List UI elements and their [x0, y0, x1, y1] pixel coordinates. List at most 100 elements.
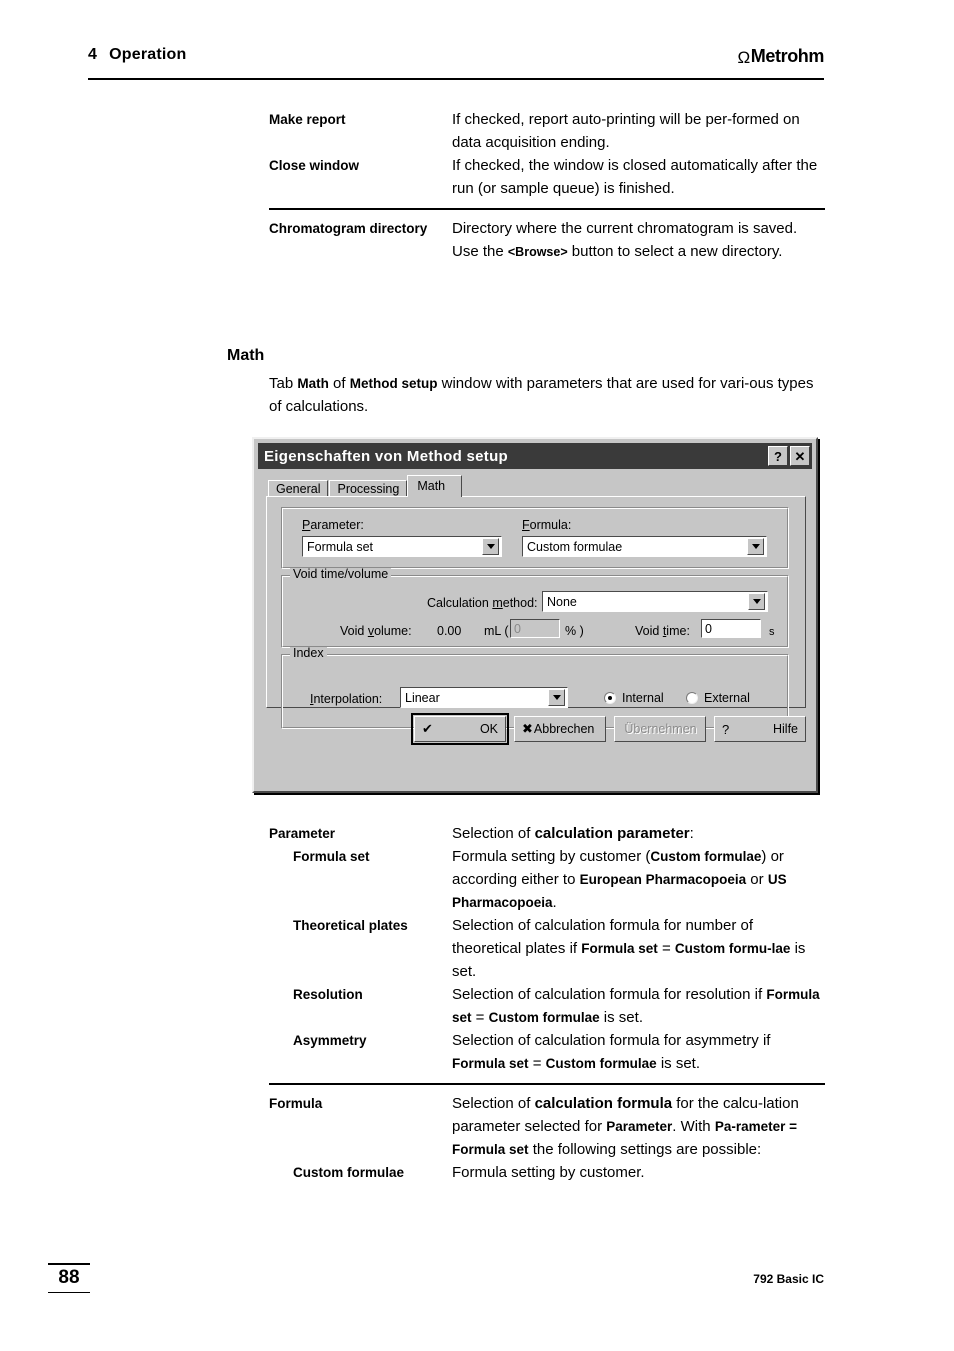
cross-icon: ✖ — [522, 721, 533, 736]
definition-text: or — [746, 871, 768, 888]
method-setup-dialog[interactable]: Eigenschaften von Method setup ? ✕ Gener… — [252, 437, 818, 793]
definition-text: = — [471, 1009, 489, 1026]
body-bold-method-setup: Method setup — [349, 376, 438, 391]
close-icon-button[interactable]: ✕ — [790, 446, 810, 466]
definition-term: Theoretical plates — [293, 918, 408, 933]
definition-text: Formula setting by customer ( — [452, 848, 651, 865]
definition-emphasis: Parameter — [606, 1118, 673, 1134]
definition-text: = — [657, 940, 675, 957]
formula-combobox-value: Custom formulae — [527, 539, 623, 554]
definition-emphasis: Formula set — [581, 941, 658, 956]
void-time-label: Void time: — [635, 624, 690, 638]
definition-row: Parameter Selection of calculation parame… — [269, 822, 825, 845]
metrohm-logo: Ω Metrohm — [737, 46, 824, 67]
definition-emphasis: European Pharmacopoeia — [579, 872, 747, 887]
definition-description: Selection of calculation formula for asy… — [452, 1029, 825, 1075]
brand-name: Metrohm — [750, 46, 825, 66]
help-button[interactable]: ? Hilfe — [714, 716, 806, 742]
math-tab-panel: Parameter: Formula set Formula: Custom f… — [266, 496, 806, 729]
calc-method-label-post: ethod: — [502, 596, 538, 610]
help-icon-button[interactable]: ? — [768, 446, 788, 466]
definition-row: Custom formulae Formula setting by custom… — [269, 1161, 825, 1184]
definition-emphasis: Custom formu-lae — [674, 941, 791, 956]
definition-table-bottom: Parameter Selection of calculation parame… — [269, 822, 825, 1184]
void-volume-value: 0.00 — [437, 624, 462, 638]
formula-combobox[interactable]: Custom formulae — [522, 536, 767, 557]
chevron-down-icon[interactable] — [482, 538, 499, 555]
definition-description: Selection of calculation formula for the… — [452, 1092, 825, 1161]
void-time-value: 0 — [705, 621, 712, 636]
chapter-number: 4 — [88, 46, 98, 63]
void-percent-field: 0 — [510, 619, 560, 638]
tab-general[interactable]: General — [268, 480, 329, 497]
interpolation-combobox[interactable]: Linear — [400, 687, 568, 708]
definition-description: Selection of calculation formula for res… — [452, 983, 825, 1029]
body-mid: of — [328, 375, 350, 392]
void-time-field[interactable]: 0 — [701, 619, 761, 638]
definition-emphasis: calculation parameter — [534, 825, 690, 842]
definition-description: If checked, report auto-printing will be… — [452, 111, 800, 151]
dialog-button-row: ✔ OK ✖ Abbrechen Übernehmen ? Hilfe — [266, 713, 806, 745]
chevron-down-icon[interactable] — [748, 593, 765, 610]
radio-button-icon[interactable] — [686, 692, 698, 704]
cancel-button[interactable]: ✖ Abbrechen — [514, 716, 606, 742]
dialog-tabstrip[interactable]: General Processing Math — [268, 475, 463, 497]
definition-text: Selection of calculation formula for asy… — [452, 1032, 771, 1049]
void-volume-label: Void volume: — [340, 624, 412, 638]
page-header: 4 Operation Ω Metrohm — [88, 46, 824, 67]
help-button-label: Hilfe — [772, 722, 798, 736]
definition-divider — [269, 208, 825, 210]
formula-label-rest: ormula: — [529, 518, 572, 532]
chevron-down-icon[interactable] — [747, 538, 764, 555]
void-time-volume-legend: Void time/volume — [290, 568, 392, 581]
parameter-label-rest: arameter: — [310, 518, 364, 532]
header-divider — [88, 78, 824, 80]
tab-processing[interactable]: Processing — [329, 480, 408, 497]
ok-button[interactable]: ✔ OK — [411, 713, 509, 745]
definition-text: = — [528, 1055, 546, 1072]
section-body-math: Tab Math of Method setup window with par… — [269, 372, 825, 418]
radio-external[interactable]: External — [686, 691, 750, 705]
definition-text: . With — [672, 1117, 715, 1135]
definition-emphasis: Custom formulae — [545, 1056, 657, 1071]
definition-description: Selection of calculation formula for num… — [452, 914, 825, 983]
calculation-method-combobox[interactable]: None — [542, 591, 768, 612]
void-volume-unit: mL ( — [484, 624, 509, 638]
definition-term: Asymmetry — [293, 1033, 367, 1048]
apply-button-label: Übernehmen — [624, 722, 697, 736]
ok-button-label: OK — [479, 722, 498, 736]
tab-math[interactable]: Math — [407, 475, 463, 497]
void-percent-unit: % ) — [565, 624, 584, 638]
chevron-down-icon[interactable] — [548, 689, 565, 706]
definition-text: the following settings are possible: — [528, 1140, 762, 1158]
dialog-title: Eigenschaften von Method setup — [264, 447, 509, 465]
calculation-method-label: Calculation method: — [427, 596, 538, 610]
interpolation-label: Interpolation: — [310, 692, 382, 706]
calc-method-label-pre: Calculation — [427, 596, 493, 610]
formula-label: Formula: — [522, 518, 571, 532]
body-bold-math: Math — [297, 376, 329, 391]
parameter-formula-group: Parameter: Formula set Formula: Custom f… — [281, 507, 789, 569]
definition-text: . — [552, 894, 557, 911]
section-heading-math: Math — [227, 347, 265, 364]
definition-row: Theoretical plates Selection of calculati… — [269, 914, 825, 983]
omega-icon: Ω — [737, 48, 750, 67]
void-time-volume-group: Void time/volume Calculation method: Non… — [281, 568, 789, 648]
definition-description: Formula setting by customer. — [452, 1161, 825, 1184]
definition-description: Selection of calculation parameter: — [452, 822, 825, 845]
radio-button-icon[interactable] — [604, 692, 616, 704]
calc-method-label-mnemonic: m — [492, 596, 503, 610]
interpolation-label-rest: nterpolation: — [313, 692, 383, 706]
definition-text: : — [689, 825, 694, 842]
dialog-titlebar[interactable]: Eigenschaften von Method setup ? ✕ — [258, 443, 812, 469]
footer-rule-bottom — [48, 1291, 90, 1293]
definition-emphasis: Custom formulae — [488, 1010, 600, 1025]
radio-internal[interactable]: Internal — [604, 691, 664, 705]
definition-description: Formula setting by customer (Custom form… — [452, 845, 825, 914]
parameter-combobox[interactable]: Formula set — [302, 536, 502, 557]
definition-row: Close window If checked, the window is c… — [269, 154, 825, 200]
definition-text: is set. — [656, 1055, 701, 1072]
calculation-method-value: None — [547, 594, 577, 609]
index-legend: Index — [290, 647, 327, 660]
definition-term: Resolution — [293, 987, 363, 1002]
